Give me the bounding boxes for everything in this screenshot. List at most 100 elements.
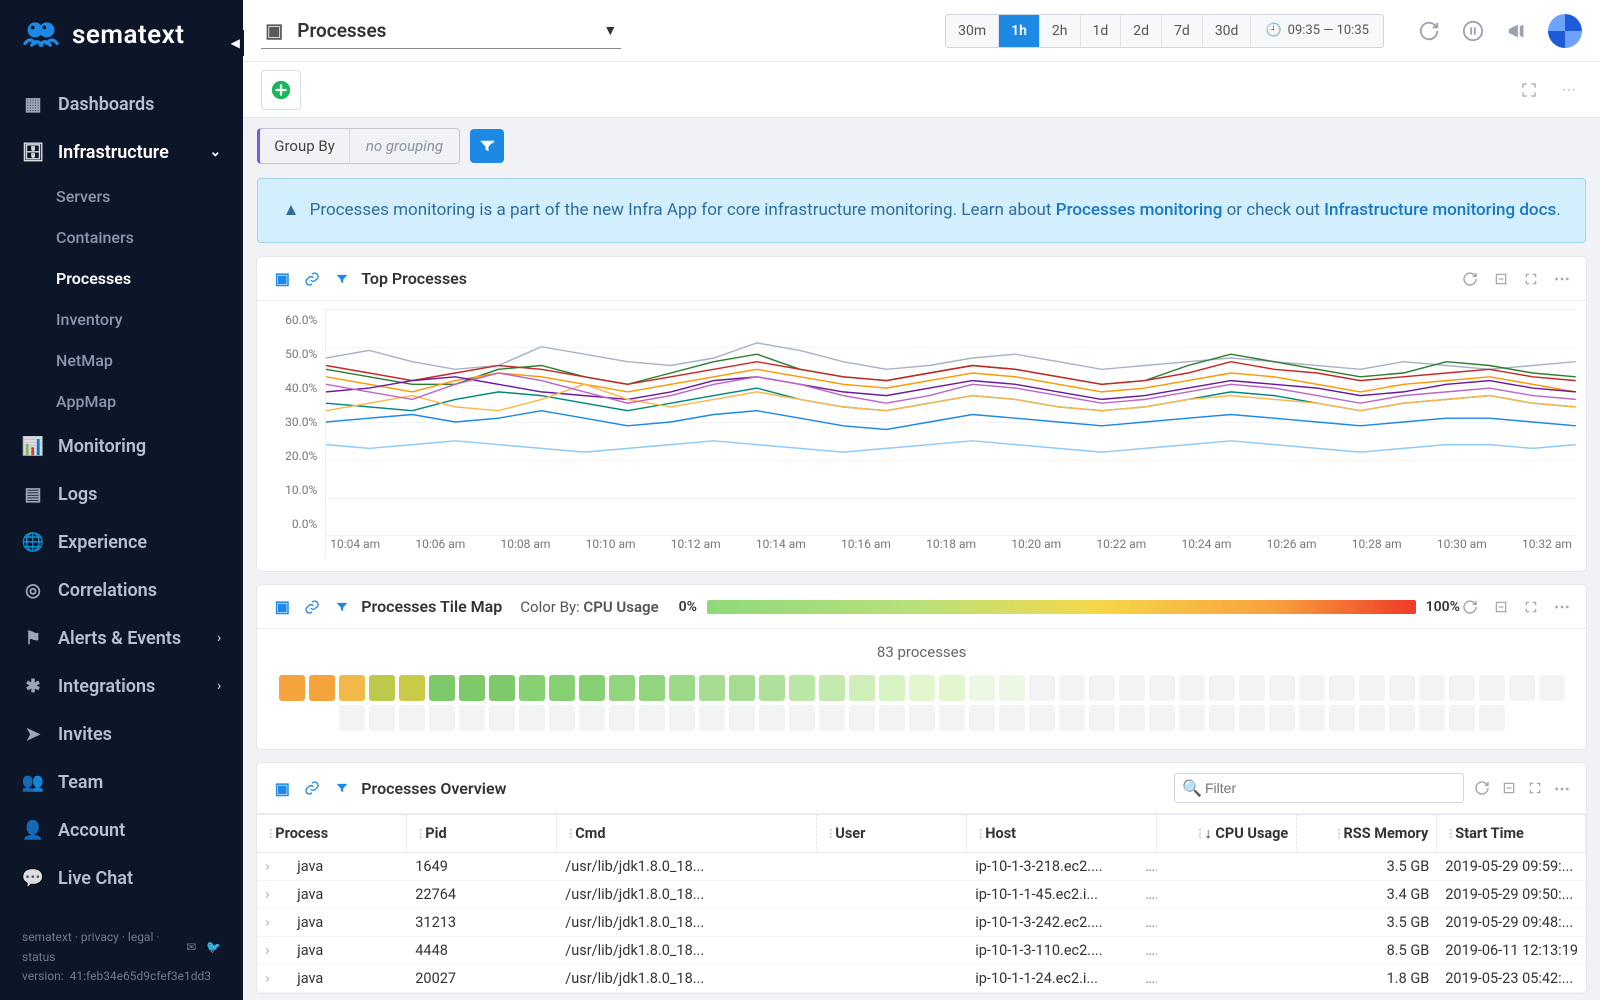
th-user[interactable]: ⋮User — [817, 815, 967, 852]
sidebar-subitem-appmap[interactable]: AppMap — [56, 381, 243, 422]
process-tile[interactable] — [1059, 705, 1085, 731]
sidebar-item-live-chat[interactable]: 💬Live Chat — [0, 854, 243, 902]
process-tile[interactable] — [519, 675, 545, 701]
process-tile[interactable] — [609, 675, 635, 701]
process-tile[interactable] — [1119, 705, 1145, 731]
process-tile[interactable] — [369, 705, 395, 731]
process-tile[interactable] — [399, 675, 425, 701]
process-tile[interactable] — [459, 675, 485, 701]
process-tile[interactable] — [549, 705, 575, 731]
th-pid[interactable]: ⋮Pid — [407, 815, 557, 852]
more-menu-button[interactable]: ⋯ — [1556, 80, 1582, 100]
process-tile[interactable] — [669, 705, 695, 731]
process-tile[interactable] — [1149, 675, 1175, 701]
process-tile[interactable] — [729, 705, 755, 731]
process-tile[interactable] — [309, 675, 335, 701]
process-tile[interactable] — [1359, 675, 1385, 701]
process-tile[interactable] — [699, 705, 725, 731]
sidebar-item-account[interactable]: 👤Account — [0, 806, 243, 854]
process-tile[interactable] — [759, 675, 785, 701]
process-tile[interactable] — [489, 675, 515, 701]
process-tile[interactable] — [819, 705, 845, 731]
sidebar-item-monitoring[interactable]: 📊Monitoring — [0, 422, 243, 470]
table-row[interactable]: › java 4448 /usr/lib/jdk1.8.0_18... ip-1… — [257, 937, 1586, 965]
process-tile[interactable] — [369, 675, 395, 701]
sidebar-item-dashboards[interactable]: ▦Dashboards — [0, 80, 243, 128]
link-icon[interactable] — [301, 777, 323, 799]
panel-more-button[interactable]: ⋯ — [1552, 267, 1572, 290]
process-tile[interactable] — [669, 675, 695, 701]
announcements-button[interactable] — [1504, 18, 1530, 44]
add-widget-button[interactable] — [261, 70, 301, 110]
process-tile[interactable] — [1449, 675, 1475, 701]
table-row[interactable]: › java 1649 /usr/lib/jdk1.8.0_18... ip-1… — [257, 853, 1586, 881]
process-tile[interactable] — [1359, 705, 1385, 731]
row-expand-icon[interactable]: › — [257, 854, 289, 879]
process-tile[interactable] — [789, 675, 815, 701]
process-tile[interactable] — [969, 675, 995, 701]
process-tile[interactable] — [1509, 675, 1535, 701]
process-tile[interactable] — [1299, 675, 1325, 701]
brand-logo[interactable]: sematext — [0, 0, 243, 74]
panel-collapse-button[interactable] — [1500, 779, 1518, 797]
timerange-2h[interactable]: 2h — [1040, 15, 1081, 47]
link-infra-docs[interactable]: Infrastructure monitoring docs — [1324, 200, 1556, 220]
link-processes-monitoring[interactable]: Processes monitoring — [1056, 200, 1223, 220]
panel-fullscreen-button[interactable] — [1522, 270, 1540, 288]
process-tile[interactable] — [759, 705, 785, 731]
th-cpu-usage[interactable]: ⋮↓ CPU Usage — [1157, 815, 1297, 852]
panel-fullscreen-button[interactable] — [1526, 779, 1544, 797]
process-tile[interactable] — [819, 675, 845, 701]
process-tile[interactable] — [1209, 705, 1235, 731]
process-tile[interactable] — [1419, 705, 1445, 731]
process-tile[interactable] — [1149, 705, 1175, 731]
user-avatar[interactable] — [1548, 14, 1582, 48]
process-tile[interactable] — [939, 675, 965, 701]
process-tile[interactable] — [1089, 675, 1115, 701]
pause-button[interactable] — [1460, 18, 1486, 44]
sidebar-item-alerts-&-events[interactable]: ⚑Alerts & Events› — [0, 614, 243, 662]
process-tile[interactable] — [639, 705, 665, 731]
th-rss-memory[interactable]: ⋮RSS Memory — [1297, 815, 1437, 852]
process-tile[interactable] — [1299, 705, 1325, 731]
sidebar-subitem-containers[interactable]: Containers — [56, 217, 243, 258]
fullscreen-button[interactable] — [1516, 80, 1542, 100]
process-tile[interactable] — [849, 705, 875, 731]
filter-icon[interactable] — [331, 268, 353, 290]
process-tile[interactable] — [1449, 705, 1475, 731]
panel-collapse-button[interactable] — [1492, 270, 1510, 288]
process-tile[interactable] — [879, 675, 905, 701]
sidebar-item-correlations[interactable]: ◎Correlations — [0, 566, 243, 614]
process-tile[interactable] — [1329, 705, 1355, 731]
process-tile[interactable] — [1029, 705, 1055, 731]
process-tile[interactable] — [429, 675, 455, 701]
process-tile[interactable] — [699, 675, 725, 701]
table-row[interactable]: › java 31213 /usr/lib/jdk1.8.0_18... ip-… — [257, 909, 1586, 937]
process-tile[interactable] — [1389, 675, 1415, 701]
process-tile[interactable] — [519, 705, 545, 731]
process-tile[interactable] — [339, 675, 365, 701]
process-tile[interactable] — [399, 705, 425, 731]
footer-link-status[interactable]: status — [22, 950, 55, 964]
process-tile[interactable] — [429, 705, 455, 731]
link-icon[interactable] — [301, 268, 323, 290]
timerange-absolute[interactable]: 🕘09:35 — 10:35 — [1251, 15, 1383, 47]
sidebar-item-logs[interactable]: ▤Logs — [0, 470, 243, 518]
process-tile[interactable] — [639, 675, 665, 701]
process-tile[interactable] — [1179, 675, 1205, 701]
process-tile[interactable] — [1209, 675, 1235, 701]
twitter-icon[interactable]: 🐦 — [206, 938, 221, 957]
process-tile[interactable] — [1389, 705, 1415, 731]
process-tile[interactable] — [489, 705, 515, 731]
process-tile[interactable] — [1029, 675, 1055, 701]
timerange-1h[interactable]: 1h — [999, 15, 1040, 47]
process-tile[interactable] — [609, 705, 635, 731]
add-filter-button[interactable]: + — [470, 129, 504, 163]
process-tile[interactable] — [999, 705, 1025, 731]
panel-fullscreen-button[interactable] — [1522, 598, 1540, 616]
sidebar-collapse-button[interactable]: ◀ — [226, 30, 244, 56]
link-icon[interactable] — [301, 596, 323, 618]
sidebar-subitem-inventory[interactable]: Inventory — [56, 299, 243, 340]
process-tile[interactable] — [909, 675, 935, 701]
filter-icon[interactable] — [331, 777, 353, 799]
